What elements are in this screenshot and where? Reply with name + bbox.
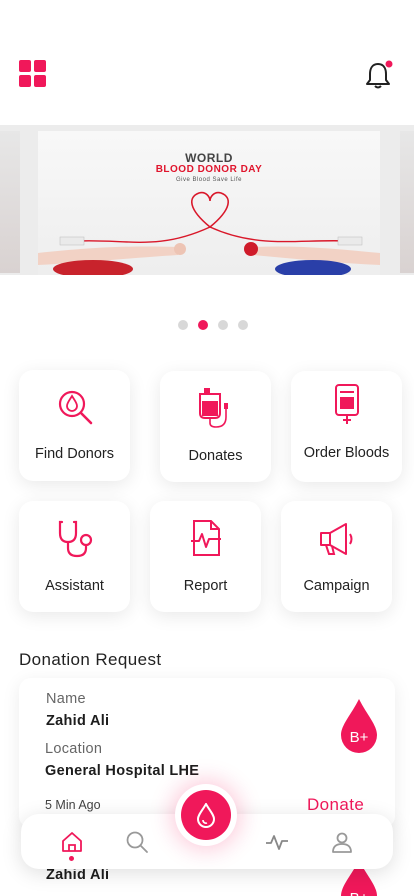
report-label: Report bbox=[183, 578, 228, 594]
next-slide-peek[interactable] bbox=[400, 131, 414, 273]
activity-icon[interactable] bbox=[265, 830, 289, 854]
blood-bag-icon bbox=[198, 388, 228, 428]
blood-group-badge: B+ bbox=[341, 699, 377, 753]
campaign-tile[interactable]: Campaign bbox=[281, 501, 392, 612]
profile-icon[interactable] bbox=[330, 830, 354, 854]
blood-pack-icon bbox=[334, 384, 359, 424]
donates-tile[interactable]: Donates bbox=[160, 371, 271, 482]
request-time: 5 Min Ago bbox=[45, 798, 101, 812]
home-icon[interactable] bbox=[60, 830, 84, 854]
donates-label: Donates bbox=[188, 448, 243, 464]
megaphone-icon bbox=[319, 523, 352, 555]
find-donors-tile[interactable]: Find Donors bbox=[19, 370, 130, 481]
carousel-dot[interactable] bbox=[238, 320, 248, 330]
stethoscope-icon bbox=[58, 520, 92, 558]
carousel-dot-active[interactable] bbox=[198, 320, 208, 330]
assistant-label: Assistant bbox=[45, 578, 104, 594]
carousel-indicator bbox=[178, 320, 248, 330]
search-icon[interactable] bbox=[125, 830, 149, 854]
carousel-dot[interactable] bbox=[218, 320, 228, 330]
name-label: Name bbox=[46, 691, 86, 707]
location-label: Location bbox=[45, 741, 103, 757]
grid-menu-icon[interactable] bbox=[19, 60, 46, 87]
donate-blood-fab[interactable] bbox=[181, 790, 231, 840]
app-header bbox=[0, 0, 414, 125]
donor-name: Zahid Ali bbox=[46, 713, 110, 729]
notification-badge bbox=[385, 60, 393, 68]
active-indicator bbox=[69, 856, 74, 861]
search-blood-icon bbox=[58, 390, 92, 425]
order-bloods-label: Order Bloods bbox=[303, 445, 390, 461]
section-title: Donation Request bbox=[19, 650, 162, 669]
find-donors-label: Find Donors bbox=[35, 446, 114, 462]
carousel-dot[interactable] bbox=[178, 320, 188, 330]
svg-text:B+: B+ bbox=[350, 729, 369, 746]
bell-icon[interactable] bbox=[365, 60, 393, 90]
svg-text:B+: B+ bbox=[350, 890, 369, 896]
banner-carousel[interactable]: WORLD BLOOD DONOR DAY Give Blood Save Li… bbox=[0, 125, 414, 347]
donor-location: General Hospital LHE bbox=[45, 763, 200, 779]
report-tile[interactable]: Report bbox=[150, 501, 261, 612]
donate-button[interactable]: Donate bbox=[307, 795, 364, 815]
donation-illustration bbox=[38, 191, 380, 275]
report-icon bbox=[190, 520, 221, 556]
blood-drop-icon bbox=[196, 803, 216, 828]
campaign-label: Campaign bbox=[303, 578, 370, 594]
donor-name: Zahid Ali bbox=[46, 867, 110, 883]
banner-slide[interactable]: WORLD BLOOD DONOR DAY Give Blood Save Li… bbox=[38, 131, 380, 275]
assistant-tile[interactable]: Assistant bbox=[19, 501, 130, 612]
order-bloods-tile[interactable]: Order Bloods bbox=[291, 371, 402, 482]
prev-slide-peek[interactable] bbox=[0, 131, 20, 273]
